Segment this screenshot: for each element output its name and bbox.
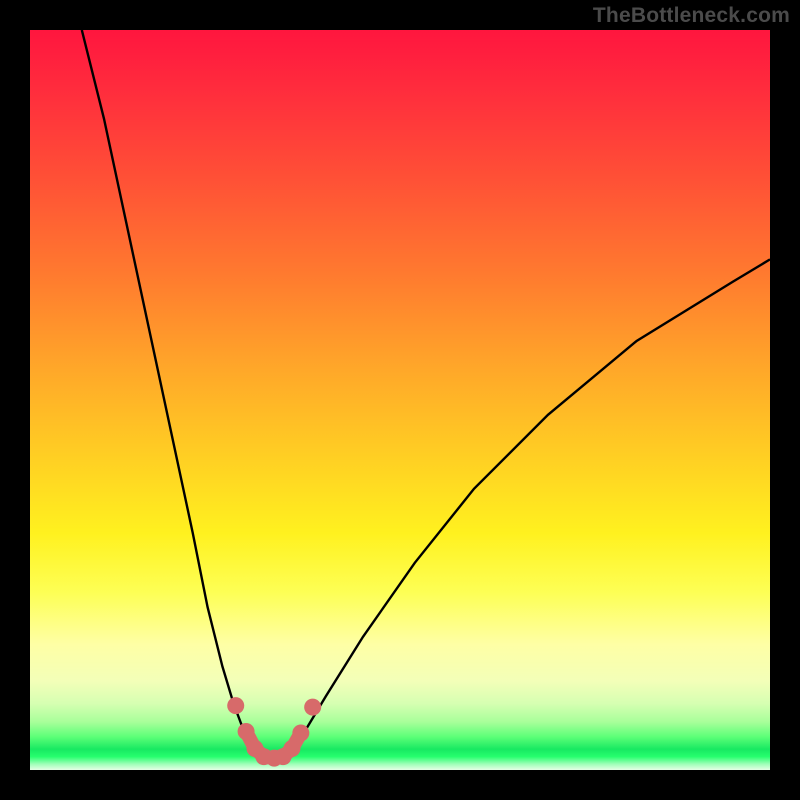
chart-frame: TheBottleneck.com <box>0 0 800 800</box>
bottleneck-curve-right <box>289 259 770 751</box>
curve-svg-layer <box>30 30 770 770</box>
highlight-dot <box>227 697 244 714</box>
bottleneck-curve-left <box>82 30 256 752</box>
attribution-label: TheBottleneck.com <box>593 4 790 28</box>
highlight-dot <box>292 725 309 742</box>
highlight-dot <box>283 740 300 757</box>
highlight-dots-group <box>227 697 321 767</box>
plot-area <box>30 30 770 770</box>
highlight-dot <box>304 699 321 716</box>
highlight-dot <box>238 723 255 740</box>
